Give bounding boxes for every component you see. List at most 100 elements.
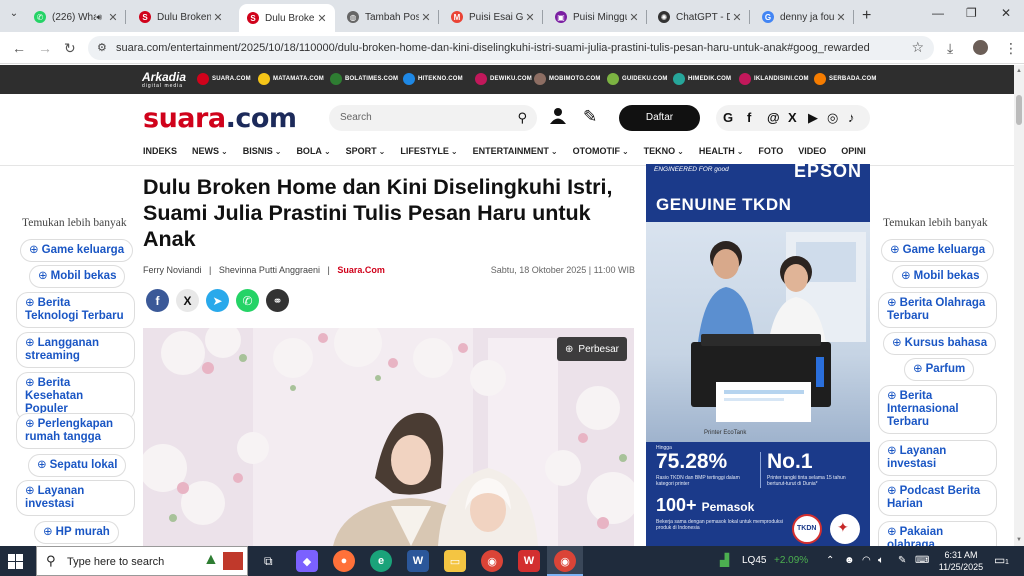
network-site-link[interactable]: BOLATIMES.COM xyxy=(330,73,398,85)
share-facebook-button[interactable]: f xyxy=(146,289,169,312)
related-topic-link[interactable]: ⊕ Layanan investasi xyxy=(16,480,135,516)
facebook-icon[interactable]: f xyxy=(747,110,751,125)
task-view-icon[interactable]: ⧉ xyxy=(264,554,273,569)
share-telegram-button[interactable]: ➤ xyxy=(206,289,229,312)
tab-close-icon[interactable]: ✕ xyxy=(834,11,848,24)
scroll-up-arrow[interactable]: ▲ xyxy=(1016,68,1022,74)
network-site-link[interactable]: DEWIKU.COM xyxy=(475,73,532,85)
pencil-icon[interactable]: ✎ xyxy=(583,107,597,127)
network-site-link[interactable]: SUARA.COM xyxy=(197,73,251,85)
menu-item-indeks[interactable]: INDEKS xyxy=(143,146,177,160)
network-site-link[interactable]: HITEKNO.COM xyxy=(403,73,463,85)
menu-item-entertainment[interactable]: ENTERTAINMENT ⌄ xyxy=(473,146,558,160)
tab-close-icon[interactable]: ✕ xyxy=(315,12,329,25)
page-scrollbar[interactable]: ▲ ▼ xyxy=(1014,65,1024,546)
network-site-link[interactable]: MOBIMOTO.COM xyxy=(534,73,601,85)
menu-item-health[interactable]: HEALTH ⌄ xyxy=(699,146,744,160)
maximize-button[interactable]: ❐ xyxy=(966,6,977,20)
word-icon[interactable]: W xyxy=(407,550,429,572)
network-site-link[interactable]: MATAMATA.COM xyxy=(258,73,324,85)
windows-start-button[interactable] xyxy=(8,554,23,569)
menu-item-video[interactable]: VIDEO xyxy=(798,146,826,160)
related-topic-link[interactable]: ⊕ Podcast Berita Harian xyxy=(878,480,997,516)
new-tab-button[interactable]: + xyxy=(862,7,871,25)
related-topic-link[interactable]: ⊕ Parfum xyxy=(904,358,975,381)
search-icon[interactable]: ⚲ xyxy=(517,110,527,126)
people-icon[interactable]: ☻ xyxy=(844,555,855,566)
browser-tab[interactable]: ✆ (226) WhatsApp🔊︎ ✕ xyxy=(26,4,126,30)
related-topic-link[interactable]: ⊕ HP murah xyxy=(34,521,119,544)
menu-item-otomotif[interactable]: OTOMOTIF ⌄ xyxy=(573,146,629,160)
browser-tab[interactable]: ✺ ChatGPT - D ✕ xyxy=(650,4,750,30)
share-whatsapp-button[interactable]: ✆ xyxy=(236,289,259,312)
wifi-icon[interactable]: ◠ xyxy=(862,555,871,566)
youtube-icon[interactable]: ▶ xyxy=(808,110,818,126)
bookmark-star-icon[interactable]: ☆ xyxy=(911,39,924,56)
download-icon[interactable]: ⤓ xyxy=(947,40,953,57)
audio-icon[interactable]: 🔊︎ xyxy=(96,12,102,23)
tab-close-icon[interactable]: ✕ xyxy=(419,11,433,24)
edge-icon[interactable]: e xyxy=(370,550,392,572)
pen-icon[interactable]: ✎ xyxy=(898,555,906,566)
related-topic-link[interactable]: ⊕ Berita Internasional Terbaru xyxy=(878,385,997,434)
scrollbar-thumb[interactable] xyxy=(1016,95,1022,125)
copilot-icon[interactable]: ◆ xyxy=(296,550,318,572)
back-button[interactable]: ← xyxy=(12,40,26,56)
author-name[interactable]: Shevinna Putti Anggraeni xyxy=(219,265,320,275)
keyboard-icon[interactable]: ⌨ xyxy=(915,555,929,566)
minimize-button[interactable]: — xyxy=(932,6,944,20)
firefox-icon[interactable]: ● xyxy=(333,550,355,572)
epson-advertisement[interactable]: ENGINEERED FOR good EPSON GENUINE TKDN P… xyxy=(646,164,870,546)
related-topic-link[interactable]: ⊕ Game keluarga xyxy=(20,239,134,262)
menu-item-sport[interactable]: SPORT ⌄ xyxy=(346,146,386,160)
menu-item-foto[interactable]: FOTO xyxy=(758,146,783,160)
related-topic-link[interactable]: ⊕ Perlengkapan rumah tangga xyxy=(16,413,135,449)
related-topic-link[interactable]: ⊕ Layanan investasi xyxy=(878,440,997,476)
browser-tab[interactable]: M Puisi Esai Ge✕ xyxy=(443,4,543,30)
volume-icon[interactable]: 🔈︎ xyxy=(878,555,884,566)
file-explorer-icon[interactable]: ▭ xyxy=(444,550,466,572)
source-link[interactable]: Suara.Com xyxy=(337,265,385,275)
profile-avatar[interactable] xyxy=(973,40,988,55)
related-topic-link[interactable]: ⊕ Berita Teknologi Terbaru xyxy=(16,292,135,328)
related-topic-link[interactable]: ⊕ Mobil bekas xyxy=(29,265,126,288)
stock-chart-icon[interactable]: ▟ xyxy=(720,553,729,567)
menu-item-bola[interactable]: BOLA ⌄ xyxy=(296,146,330,160)
chrome-icon[interactable]: ◉ xyxy=(481,550,503,572)
notification-icon[interactable]: ▭ xyxy=(994,553,1005,567)
share-x-button[interactable]: X xyxy=(176,289,199,312)
stock-name[interactable]: LQ45 xyxy=(742,555,766,566)
browser-menu-icon[interactable]: ⋮ xyxy=(1004,40,1018,57)
stock-change[interactable]: +2.09% xyxy=(774,555,808,566)
menu-item-lifestyle[interactable]: LIFESTYLE ⌄ xyxy=(400,146,457,160)
tab-close-icon[interactable]: ✕ xyxy=(106,11,120,24)
enlarge-photo-button[interactable]: ⊕ Perbesar xyxy=(557,337,627,361)
menu-item-tekno[interactable]: TEKNO ⌄ xyxy=(644,146,684,160)
browser-tab[interactable]: ◍ Tambah Postingan✕ xyxy=(339,4,439,30)
author-name[interactable]: Ferry Noviandi xyxy=(143,265,202,275)
browser-tab[interactable]: S Dulu Broken ✕ xyxy=(131,4,231,30)
google-news-icon[interactable]: G xyxy=(723,110,733,125)
tab-close-icon[interactable]: ✕ xyxy=(627,11,641,24)
tray-chevron-icon[interactable]: ⌃ xyxy=(826,555,834,566)
network-site-link[interactable]: GUIDEKU.COM xyxy=(607,73,668,85)
address-bar[interactable]: ⚙ suara.com/entertainment/2025/10/18/110… xyxy=(88,36,934,60)
system-clock[interactable]: 6:31 AM 11/25/2025 xyxy=(938,549,984,573)
related-topic-link[interactable]: ⊕ Mobil bekas xyxy=(892,265,989,288)
related-topic-link[interactable]: ⊕ Game keluarga xyxy=(881,239,995,262)
browser-tab[interactable]: ▣ Puisi Minggu ✕ xyxy=(547,4,647,30)
related-topic-link[interactable]: ⊕ Langganan streaming xyxy=(16,332,135,368)
close-window-button[interactable]: ✕ xyxy=(1001,6,1011,20)
url-text[interactable]: suara.com/entertainment/2025/10/18/11000… xyxy=(116,42,870,54)
network-site-link[interactable]: SERBADA.COM xyxy=(814,73,877,85)
scroll-down-arrow[interactable]: ▼ xyxy=(1016,537,1022,543)
forward-button[interactable]: → xyxy=(38,40,52,56)
menu-item-bisnis[interactable]: BISNIS ⌄ xyxy=(243,146,282,160)
browser-tab[interactable]: Gdenny ja fou ✕ xyxy=(754,4,854,30)
menu-item-news[interactable]: NEWS ⌄ xyxy=(192,146,228,160)
share-link-button[interactable]: ⚭ xyxy=(266,289,289,312)
reload-button[interactable]: ↻ xyxy=(64,40,76,57)
tab-search-button[interactable]: ⌄ xyxy=(6,8,22,24)
related-topic-link[interactable]: ⊕ Sepatu lokal xyxy=(28,454,127,477)
site-logo[interactable]: suara.com xyxy=(143,103,297,134)
